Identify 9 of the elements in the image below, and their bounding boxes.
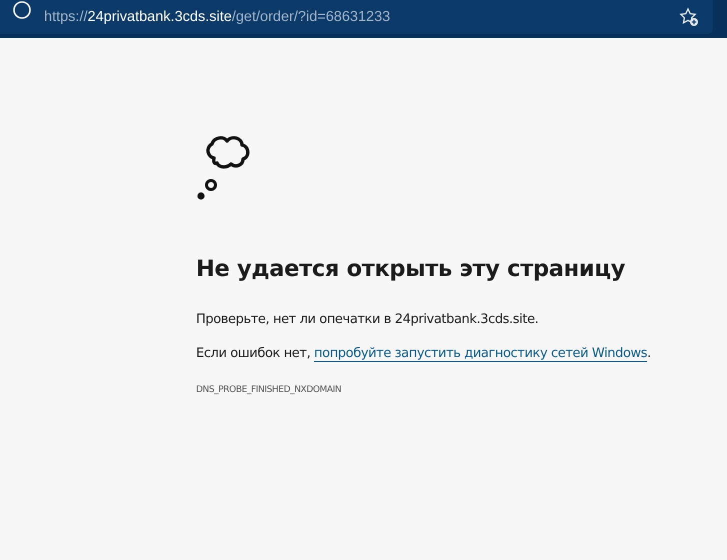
info-icon[interactable] [12,0,32,20]
hint-text: Если ошибок нет, [196,346,310,361]
diagnostics-link[interactable]: попробуйте запустить диагностику сетей Windows [314,346,648,362]
period-text: . [647,346,651,361]
check-message: Проверьте, нет ли опечатки в 24privatbank.3cds.site. [196,312,540,327]
error-code: DNS_PROBE_FINISHED_NXDOMAIN [196,385,342,395]
error-title: Не удается открыть эту страницу [196,256,626,282]
address-bar[interactable]: https://24privatbank.3cds.site/get/order/?id=68631233 [0,0,713,34]
add-favorite-icon[interactable] [679,7,699,27]
